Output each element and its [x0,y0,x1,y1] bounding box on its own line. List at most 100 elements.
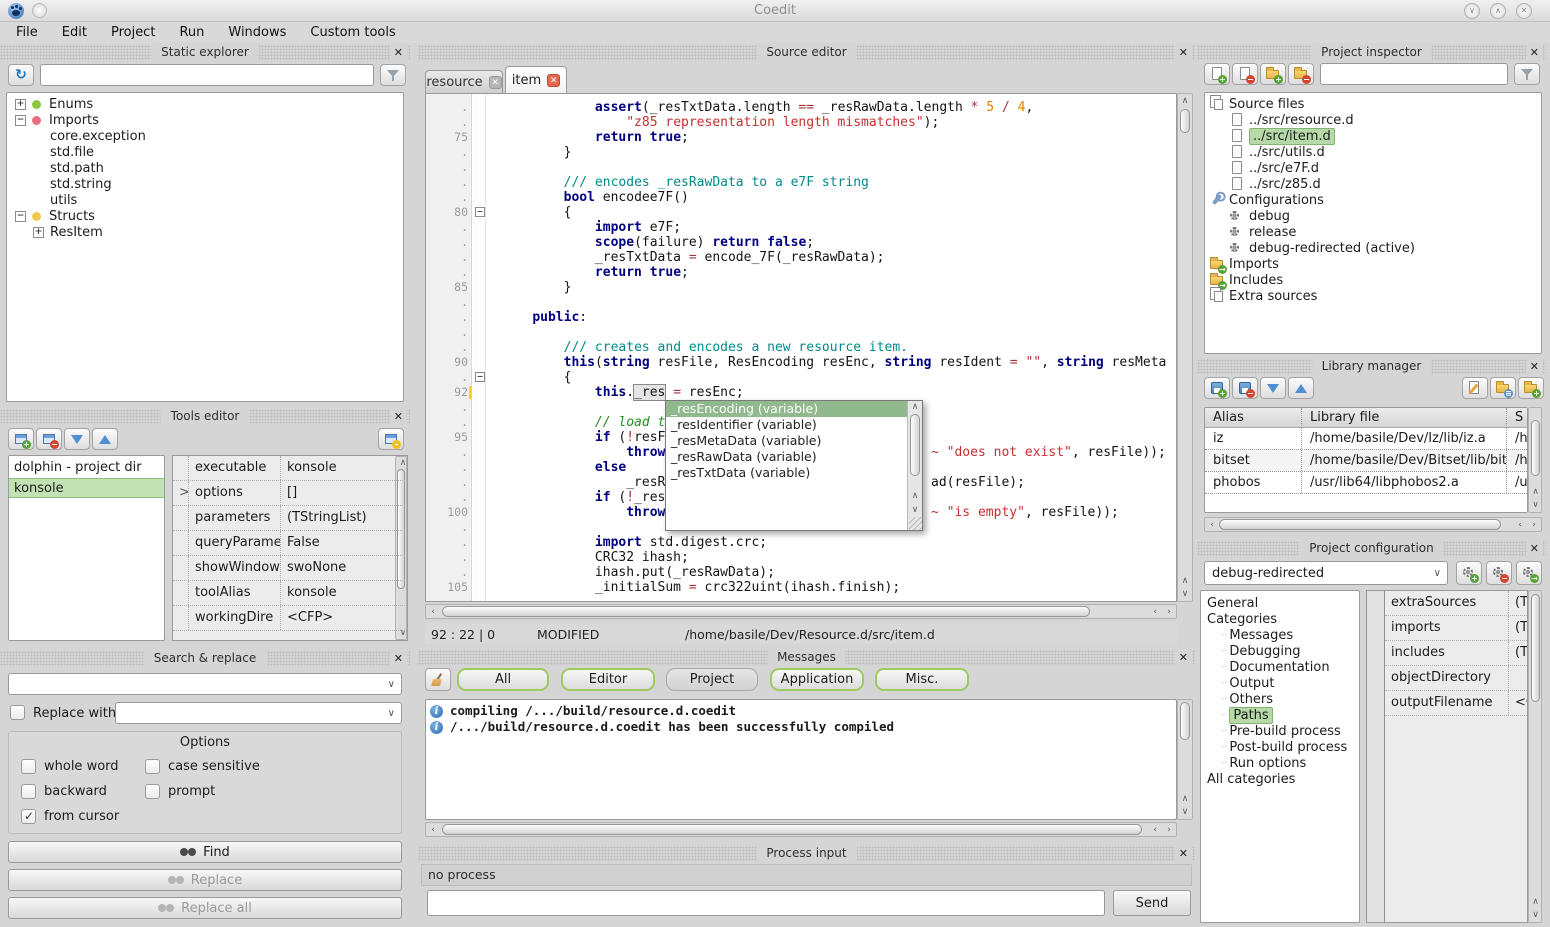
process-input-field[interactable] [427,890,1105,916]
menu-custom-tools[interactable]: Custom tools [298,22,407,43]
remove-folder-button[interactable]: − [1288,63,1314,85]
tree-item[interactable]: −Structs [7,208,403,224]
column-library-file[interactable]: Library file [1302,408,1507,428]
project-tree-item[interactable]: Extra sources [1205,288,1541,304]
tree-item[interactable]: +Enums [7,96,403,112]
configuration-category[interactable]: ·· Post-build process [1201,739,1359,755]
configuration-category[interactable]: ·· Documentation [1201,659,1359,675]
find-button[interactable]: Find [8,841,402,863]
search-option[interactable]: from cursor [21,809,119,824]
remove-tool-button[interactable]: − [36,428,62,450]
configuration-category[interactable]: ·· Pre-build process [1201,723,1359,739]
completion-item[interactable]: _resMetaData (variable) [666,433,907,449]
replace-all-button[interactable]: Replace all [8,897,402,919]
close-icon[interactable]: ✕ [390,45,407,60]
add-tool-button[interactable]: + [8,428,34,450]
close-icon[interactable]: ✕ [390,409,407,424]
checkbox-case-sensitive[interactable] [145,759,160,774]
tree-expander[interactable]: − [15,211,26,222]
menu-project[interactable]: Project [99,22,167,43]
tree-expander[interactable]: + [15,99,26,110]
tree-item[interactable]: +ResItem [7,224,403,240]
property-row[interactable]: executablekonsole [173,456,407,481]
tree-expander[interactable]: − [15,115,26,126]
tree-item[interactable]: std.string [7,176,403,192]
config-property-row[interactable]: extraSources(T [1385,591,1527,616]
replace-term-combo[interactable]: ∨ [115,702,402,724]
menu-edit[interactable]: Edit [50,22,99,43]
move-library-up-button[interactable] [1288,377,1314,399]
project-tree-item[interactable]: debug [1205,208,1541,224]
property-row[interactable]: queryParameFalse [173,531,407,556]
message-item[interactable]: i/.../build/resource.d.coedit has been s… [426,719,1176,735]
tree-item[interactable]: core.exception [7,128,403,144]
library-row[interactable]: phobos/usr/lib64/libphobos2.a/us [1205,472,1528,494]
clear-messages-button[interactable] [425,668,451,691]
configuration-category[interactable]: Categories [1201,611,1359,627]
tool-list-item[interactable]: dolphin - project dir [9,458,164,478]
config-property-row[interactable]: objectDirectory [1385,666,1527,691]
window-maximize-button[interactable]: ∧ [1490,3,1506,19]
add-configuration-button[interactable]: + [1456,561,1482,585]
execute-tool-button[interactable]: ⌁ [378,428,404,450]
tab-item[interactable]: item ✕ [505,66,567,93]
project-tree-item[interactable]: ../src/item.d [1205,128,1541,144]
project-tree-item[interactable]: ../src/z85.d [1205,176,1541,192]
configuration-category[interactable]: ·· Run options [1201,755,1359,771]
completion-item[interactable]: _resEncoding (variable) [666,401,907,417]
scroll-thumb[interactable] [910,414,920,476]
editor-vscrollbar[interactable]: ∧ ∧ ∨ [1177,93,1193,602]
resize-grip[interactable] [909,517,922,530]
checkbox-from-cursor[interactable] [21,809,36,824]
close-icon[interactable]: ✕ [390,651,407,666]
filter-button-all[interactable]: All [457,668,549,691]
checkbox-backward[interactable] [21,784,36,799]
completion-item[interactable]: _resIdentifier (variable) [666,417,907,433]
scroll-thumb[interactable] [1180,109,1190,133]
scroll-thumb[interactable] [1219,519,1501,530]
filter-button-editor[interactable]: Editor [561,668,655,691]
filter-button-project[interactable]: Project [666,668,758,691]
config-property-row[interactable]: includes(T [1385,641,1527,666]
replace-with-checkbox[interactable] [10,705,25,720]
message-item[interactable]: icompiling /.../build/resource.d.coedit [426,703,1176,719]
completion-item[interactable]: _resTxtData (variable) [666,465,907,481]
column-alias[interactable]: Alias [1205,408,1302,428]
configuration-category[interactable]: ·· Messages [1201,627,1359,643]
refresh-button[interactable]: ↻ [8,64,34,86]
move-tool-down-button[interactable] [64,428,90,450]
close-icon[interactable]: ✕ [1526,541,1543,556]
project-tree-item[interactable]: Configurations [1205,192,1541,208]
checkbox-whole-word[interactable] [21,759,36,774]
configuration-category[interactable]: ·· Others [1201,691,1359,707]
menu-run[interactable]: Run [167,22,216,43]
scroll-thumb[interactable] [1531,420,1540,476]
search-option[interactable]: backward [21,784,107,799]
filter-button-application[interactable]: Application [770,668,864,691]
messages-hscrollbar[interactable]: ‹ ‹ › [425,822,1177,837]
project-tree-item[interactable]: release [1205,224,1541,240]
library-table-header[interactable]: Alias Library file S [1205,408,1528,428]
scroll-thumb[interactable] [442,824,1142,835]
checkbox-prompt[interactable] [145,784,160,799]
search-option[interactable]: whole word [21,759,119,774]
close-icon[interactable]: ✕ [1175,45,1192,60]
move-library-down-button[interactable] [1260,377,1286,399]
symbol-filter-input[interactable] [40,64,374,86]
close-icon[interactable]: ✕ [1175,846,1192,861]
add-library-folder-button[interactable]: + [1518,377,1544,399]
tool-list-item[interactable]: konsole [9,478,164,498]
remove-configuration-button[interactable]: − [1486,561,1512,585]
library-row[interactable]: iz/home/basile/Dev/Iz/lib/iz.a/ho [1205,428,1528,450]
configuration-selector[interactable]: debug-redirected ∨ [1204,561,1448,585]
configuration-category[interactable]: All categories [1201,771,1359,787]
add-folder-button[interactable]: + [1260,63,1286,85]
clear-filter-button[interactable] [1514,63,1540,85]
filter-button-misc[interactable]: Misc. [875,668,969,691]
property-row[interactable]: parameters(TStringList) [173,506,407,531]
completion-item[interactable]: _resRawData (variable) [666,449,907,465]
add-library-button[interactable]: + [1204,377,1230,399]
menu-windows[interactable]: Windows [216,22,298,43]
project-tree-item[interactable]: →Includes [1205,272,1541,288]
project-tree-item[interactable]: ../src/resource.d [1205,112,1541,128]
